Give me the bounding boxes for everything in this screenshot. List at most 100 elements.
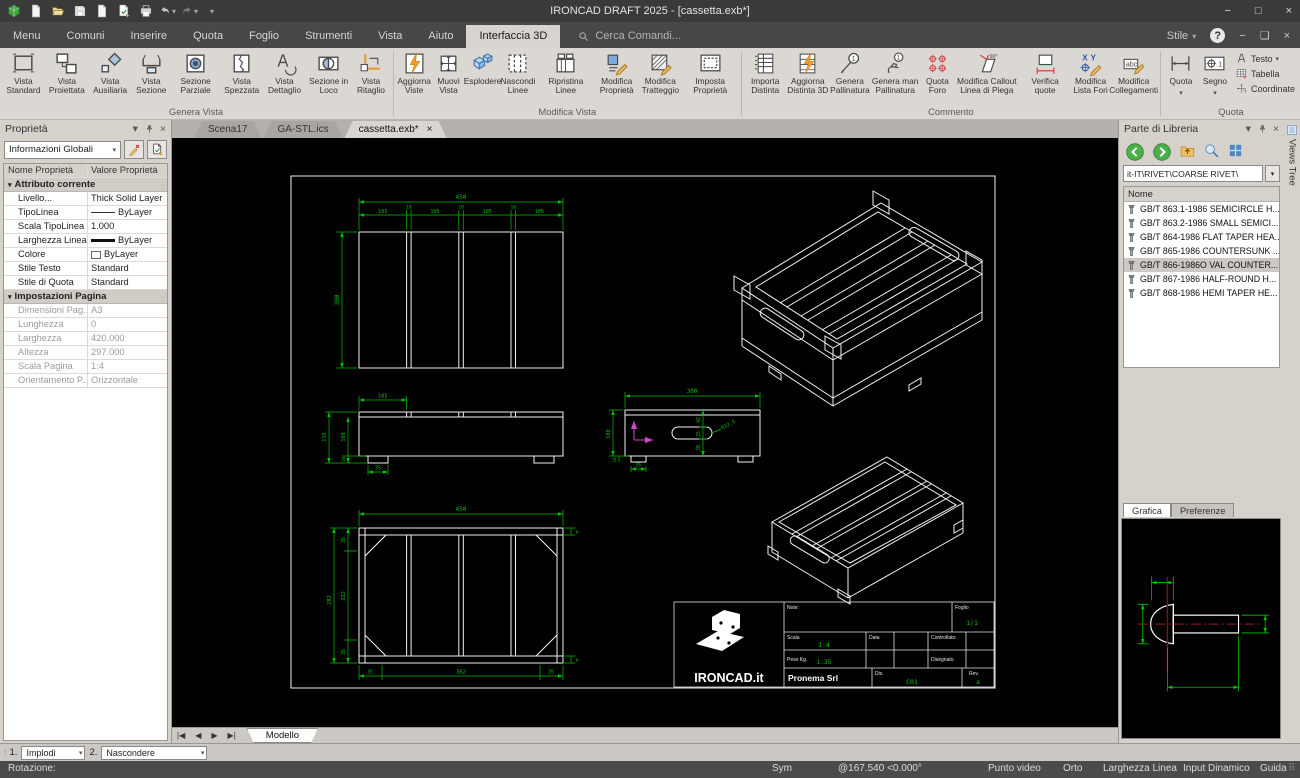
nascondere-dropdown[interactable]: Nascondere▾ bbox=[101, 746, 207, 760]
select-properties-button[interactable] bbox=[147, 140, 167, 159]
ribbon-button-esplodere[interactable]: Esplodere bbox=[466, 49, 500, 97]
ribbon-button-modifica-tratteggio[interactable]: Modifica Tratteggio bbox=[638, 49, 683, 97]
status-orto[interactable]: Orto bbox=[1063, 763, 1082, 774]
back-icon[interactable] bbox=[1125, 142, 1145, 162]
ribbon-button-ripristina-linee-nascoste[interactable]: Ripristina Linee Nascoste bbox=[536, 49, 595, 97]
ribbon-button-aggiorna-viste[interactable]: Aggiorna Viste bbox=[397, 49, 432, 97]
drawing-canvas[interactable]: 450 105 10 105 10 105 10 105 300 105 115… bbox=[172, 138, 1118, 727]
pin-icon[interactable] bbox=[1257, 124, 1267, 134]
ribbon-button-verifica-quote[interactable]: Verifica quote scollegate bbox=[1019, 49, 1071, 97]
library-item[interactable]: GB/T 864-1986 FLAT TAPER HEA... bbox=[1124, 230, 1279, 244]
library-col-nome[interactable]: Nome bbox=[1124, 187, 1279, 202]
ribbon-button-sezione-in-loco[interactable]: Sezione in Loco bbox=[306, 49, 352, 97]
ribbon-button-importa-distinta-3d[interactable]: Importa Distinta 3D bbox=[745, 49, 786, 97]
ribbon-button-genera-man-pallinatura[interactable]: Genera man Pallinatura bbox=[870, 49, 920, 97]
doc-close-button[interactable]: × bbox=[1284, 30, 1290, 42]
search-icon[interactable] bbox=[1203, 142, 1220, 159]
toolbar-grip[interactable]: ⁞ bbox=[4, 748, 6, 758]
window-minimize-button[interactable]: − bbox=[1224, 5, 1230, 17]
window-maximize-button[interactable]: □ bbox=[1255, 5, 1262, 17]
new-file-icon[interactable] bbox=[27, 3, 44, 19]
doc-tab-ga-stl[interactable]: GA-STL.ics bbox=[263, 121, 342, 138]
library-close-icon[interactable]: × bbox=[1273, 123, 1279, 135]
menu-quota[interactable]: Quota bbox=[180, 25, 236, 48]
export-icon[interactable] bbox=[115, 3, 132, 19]
ribbon-button-vista-ausiliaria[interactable]: Vista Ausiliaria bbox=[89, 49, 131, 97]
save-icon[interactable] bbox=[71, 3, 88, 19]
library-path-dropdown[interactable]: ▾ bbox=[1265, 165, 1280, 182]
ribbon-button-modifica-lista-fori[interactable]: Modifica Lista Fori bbox=[1071, 49, 1110, 97]
ribbon-button-aggiorna-distinta-3d[interactable]: Aggiorna Distinta 3D bbox=[786, 49, 830, 97]
ribbon-button-quota[interactable]: Quota▾ bbox=[1164, 49, 1198, 97]
print-icon[interactable] bbox=[137, 3, 154, 19]
import-icon[interactable] bbox=[93, 3, 110, 19]
library-item[interactable]: GB/T 863.1-1986 SEMICIRCLE H... bbox=[1124, 202, 1279, 216]
menu-strumenti[interactable]: Strumenti bbox=[292, 25, 365, 48]
undo-icon[interactable]: ▾ bbox=[159, 3, 176, 19]
ribbon-button-modifica-collegamenti[interactable]: Modifica Collegamenti bbox=[1110, 49, 1157, 97]
ribbon-button-segno[interactable]: Segno▾ bbox=[1198, 49, 1232, 97]
prop-row-stile-quota[interactable]: Stile di QuotaStandard bbox=[4, 276, 167, 290]
menu-vista[interactable]: Vista bbox=[365, 25, 415, 48]
redo-icon[interactable]: ▾ bbox=[181, 3, 198, 19]
ribbon-button-vista-ritaglio[interactable]: Vista Ritaglio bbox=[352, 49, 390, 97]
ribbon-button-nascondi-linee[interactable]: Nascondi Linee bbox=[500, 49, 537, 97]
ribbon-button-muovi-vista[interactable]: Muovi Vista bbox=[432, 49, 466, 97]
doc-minimize-button[interactable]: − bbox=[1239, 30, 1245, 42]
window-close-button[interactable]: × bbox=[1286, 5, 1292, 17]
last-sheet-button[interactable]: ▶| bbox=[223, 731, 241, 740]
pin-icon[interactable] bbox=[144, 124, 154, 134]
ribbon-button-imposta-proprieta-parte[interactable]: Imposta Proprietà Parte bbox=[683, 49, 738, 97]
ribbon-button-vista-dettaglio[interactable]: Vista Dettaglio bbox=[263, 49, 305, 97]
prop-row-scala-tipolinea[interactable]: Scala TipoLinea1.000 bbox=[4, 220, 167, 234]
properties-menu-icon[interactable]: ▾ bbox=[133, 123, 138, 135]
status-input-dinamico[interactable]: Input Dinamico bbox=[1183, 763, 1250, 774]
clear-properties-button[interactable] bbox=[124, 140, 144, 159]
menu-menu[interactable]: Menu bbox=[0, 25, 54, 48]
status-guida[interactable]: Guida bbox=[1260, 763, 1287, 774]
doc-tab-close-icon[interactable]: × bbox=[427, 124, 433, 135]
implodi-dropdown[interactable]: Implodi▾ bbox=[21, 746, 85, 760]
prev-sheet-button[interactable]: ◀ bbox=[190, 731, 206, 740]
prop-row-livello[interactable]: Livello...Thick Solid Layer bbox=[4, 192, 167, 206]
forward-icon[interactable] bbox=[1152, 142, 1172, 162]
help-button[interactable]: ? bbox=[1210, 28, 1225, 43]
ribbon-button-quota-foro[interactable]: Quota Foro bbox=[920, 49, 954, 97]
menu-foglio[interactable]: Foglio bbox=[236, 25, 292, 48]
library-item[interactable]: GB/T 868-1986 HEMI TAPER HE... bbox=[1124, 286, 1279, 300]
tab-grafica[interactable]: Grafica bbox=[1123, 503, 1171, 517]
menu-comuni[interactable]: Comuni bbox=[54, 25, 118, 48]
ribbon-button-tabella[interactable]: Tabella bbox=[1232, 67, 1298, 80]
doc-restore-button[interactable]: ❏ bbox=[1260, 29, 1270, 42]
library-item-selected[interactable]: GB/T 866-1986O VAL COUNTER... bbox=[1124, 258, 1279, 272]
resize-grip[interactable]: ⠿ bbox=[1288, 763, 1295, 774]
prop-row-larghezza-linea[interactable]: Larghezza LineaByLayer bbox=[4, 234, 167, 248]
library-path-input[interactable]: it-IT\RIVET\COARSE RIVET\ bbox=[1123, 165, 1263, 182]
menu-inserire[interactable]: Inserire bbox=[117, 25, 180, 48]
library-menu-icon[interactable]: ▾ bbox=[1246, 123, 1251, 135]
section-attributo-corrente[interactable]: ▾Attributo corrente bbox=[4, 178, 167, 192]
doc-tab-cassetta[interactable]: cassetta.exb*× bbox=[345, 121, 447, 138]
library-item[interactable]: GB/T 867-1986 HALF-ROUND H... bbox=[1124, 272, 1279, 286]
status-larghezza-linea[interactable]: Larghezza Linea bbox=[1103, 763, 1177, 774]
section-impostazioni-pagina[interactable]: ▾Impostazioni Pagina bbox=[4, 290, 167, 304]
menu-interfaccia-3d[interactable]: Interfaccia 3D bbox=[466, 25, 560, 48]
ribbon-button-modifica-proprieta[interactable]: Modifica Proprietà bbox=[595, 49, 638, 97]
status-punto-video[interactable]: Punto video bbox=[988, 763, 1041, 774]
command-search[interactable]: Cerca Comandi... bbox=[578, 30, 681, 48]
ribbon-button-sezione-parziale[interactable]: Sezione Parziale bbox=[171, 49, 220, 97]
tab-views-tree[interactable]: Views Tree bbox=[1287, 139, 1298, 186]
doc-tab-scena17[interactable]: Scena17 bbox=[194, 121, 261, 138]
grid-view-icon[interactable] bbox=[1227, 142, 1244, 159]
library-item[interactable]: GB/T 863.2-1986 SMALL SEMICI... bbox=[1124, 216, 1279, 230]
ribbon-button-modifica-callout[interactable]: Modifica Callout Linea di Piega bbox=[954, 49, 1019, 97]
style-dropdown[interactable]: Stile ▾ bbox=[1167, 30, 1196, 42]
tab-preferenze[interactable]: Preferenze bbox=[1171, 503, 1234, 517]
properties-filter-dropdown[interactable]: Informazioni Globali▾ bbox=[4, 141, 121, 159]
prop-row-tipolinea[interactable]: TipoLineaByLayer bbox=[4, 206, 167, 220]
ribbon-button-vista-proiettata[interactable]: Vista Proiettata bbox=[45, 49, 89, 97]
prop-row-colore[interactable]: ColoreByLayer bbox=[4, 248, 167, 262]
properties-close-icon[interactable]: × bbox=[160, 123, 166, 135]
first-sheet-button[interactable]: |◀ bbox=[172, 731, 190, 740]
menu-aiuto[interactable]: Aiuto bbox=[415, 25, 466, 48]
